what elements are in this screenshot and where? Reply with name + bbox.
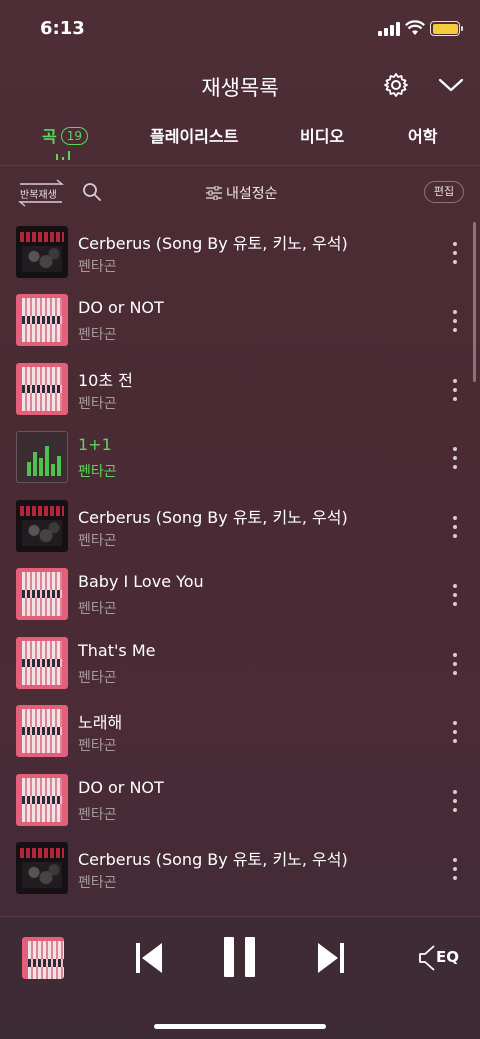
track-artist: 펜타곤 (78, 533, 117, 549)
more-icon[interactable] (448, 584, 462, 606)
pause-icon[interactable] (224, 937, 256, 977)
track-artist: 펜타곤 (78, 601, 117, 617)
list-scrollbar[interactable] (473, 222, 476, 382)
tab-videos[interactable]: 비디오 (300, 123, 344, 147)
track-row-now-playing[interactable]: 1+1 펜타곤 (0, 423, 480, 491)
sort-icon (206, 186, 222, 200)
now-playing-album-art[interactable] (22, 937, 64, 979)
gear-icon[interactable] (383, 72, 409, 98)
status-bar: 6:13 (0, 0, 480, 56)
track-row[interactable]: Cerberus (Song By 유토, 키노, 우석) 펜타곤 (0, 218, 480, 286)
more-icon[interactable] (448, 516, 462, 538)
track-artist: 펜타곤 (78, 259, 117, 275)
more-icon[interactable] (448, 379, 462, 401)
more-icon[interactable] (448, 310, 462, 332)
eq-icon (419, 945, 435, 971)
more-icon[interactable] (448, 721, 462, 743)
sort-label: 내설정순 (226, 186, 278, 202)
album-art (16, 842, 68, 894)
more-icon[interactable] (448, 858, 462, 880)
track-title: DO or NOT (78, 298, 164, 317)
repeat-button[interactable]: 반복재생 (16, 178, 66, 208)
album-art (16, 431, 68, 483)
search-icon[interactable] (82, 182, 102, 202)
track-row[interactable]: 10초 전 펜타곤 (0, 355, 480, 423)
tab-playlists[interactable]: 플레이리스트 (150, 123, 238, 147)
track-row[interactable] (0, 908, 480, 916)
album-art (16, 568, 68, 620)
track-row[interactable]: Baby I Love You 펜타곤 (0, 560, 480, 628)
track-artist: 펜타곤 (78, 807, 117, 823)
track-title: That's Me (78, 641, 156, 660)
album-art (16, 774, 68, 826)
track-artist: 펜타곤 (78, 738, 117, 754)
album-art (16, 226, 68, 278)
more-icon[interactable] (448, 790, 462, 812)
album-art (16, 294, 68, 346)
eq-button[interactable]: EQ (418, 943, 460, 973)
eq-label: EQ (436, 948, 459, 966)
previous-icon[interactable] (134, 941, 164, 975)
track-row[interactable]: DO or NOT 펜타곤 (0, 286, 480, 354)
track-title: Cerberus (Song By 유토, 키노, 우석) (78, 850, 348, 869)
song-count-badge: 19 (60, 127, 89, 145)
sort-button[interactable]: 내설정순 (206, 183, 278, 203)
track-title: 노래해 (78, 713, 123, 732)
more-icon[interactable] (448, 447, 462, 469)
track-row[interactable]: DO or NOT 펜타곤 (0, 766, 480, 834)
chevron-down-icon[interactable] (438, 76, 464, 94)
track-artist: 펜타곤 (78, 396, 117, 412)
track-title: 10초 전 (78, 371, 133, 390)
wifi-icon (405, 20, 425, 35)
album-art (16, 705, 68, 757)
track-title: Cerberus (Song By 유토, 키노, 우석) (78, 508, 348, 527)
battery-icon (430, 21, 463, 36)
track-row[interactable]: Cerberus (Song By 유토, 키노, 우석) 펜타곤 (0, 834, 480, 902)
repeat-label: 반복재생 (20, 190, 57, 201)
track-artist: 펜타곤 (78, 875, 117, 891)
edit-button[interactable]: 편집 (424, 181, 464, 203)
tab-label: 곡 (42, 127, 57, 146)
mini-player: EQ (0, 916, 480, 1039)
playing-indicator-icon (56, 150, 72, 160)
tab-language[interactable]: 어학 (408, 123, 437, 147)
equalizer-icon (27, 442, 61, 476)
track-artist: 펜타곤 (78, 464, 117, 480)
track-artist: 펜타곤 (78, 327, 117, 343)
track-row[interactable]: That's Me 펜타곤 (0, 629, 480, 697)
track-artist: 펜타곤 (78, 670, 117, 686)
tab-songs[interactable]: 곡 19 (42, 123, 89, 147)
signal-icon (378, 22, 402, 36)
status-time: 6:13 (40, 18, 85, 39)
track-list: Cerberus (Song By 유토, 키노, 우석) 펜타곤 DO or … (0, 218, 480, 916)
more-icon[interactable] (448, 242, 462, 264)
track-title: DO or NOT (78, 778, 164, 797)
track-row[interactable]: Cerberus (Song By 유토, 키노, 우석) 펜타곤 (0, 492, 480, 560)
home-indicator[interactable] (154, 1024, 326, 1029)
track-title: 1+1 (78, 435, 112, 454)
album-art (16, 637, 68, 689)
tab-bar: 곡 19 플레이리스트 비디오 어학 (0, 118, 480, 166)
album-art (16, 363, 68, 415)
more-icon[interactable] (448, 653, 462, 675)
next-icon[interactable] (316, 941, 346, 975)
track-title: Cerberus (Song By 유토, 키노, 우석) (78, 234, 348, 253)
track-row[interactable]: 노래해 펜타곤 (0, 697, 480, 765)
album-art (16, 500, 68, 552)
track-title: Baby I Love You (78, 572, 204, 591)
